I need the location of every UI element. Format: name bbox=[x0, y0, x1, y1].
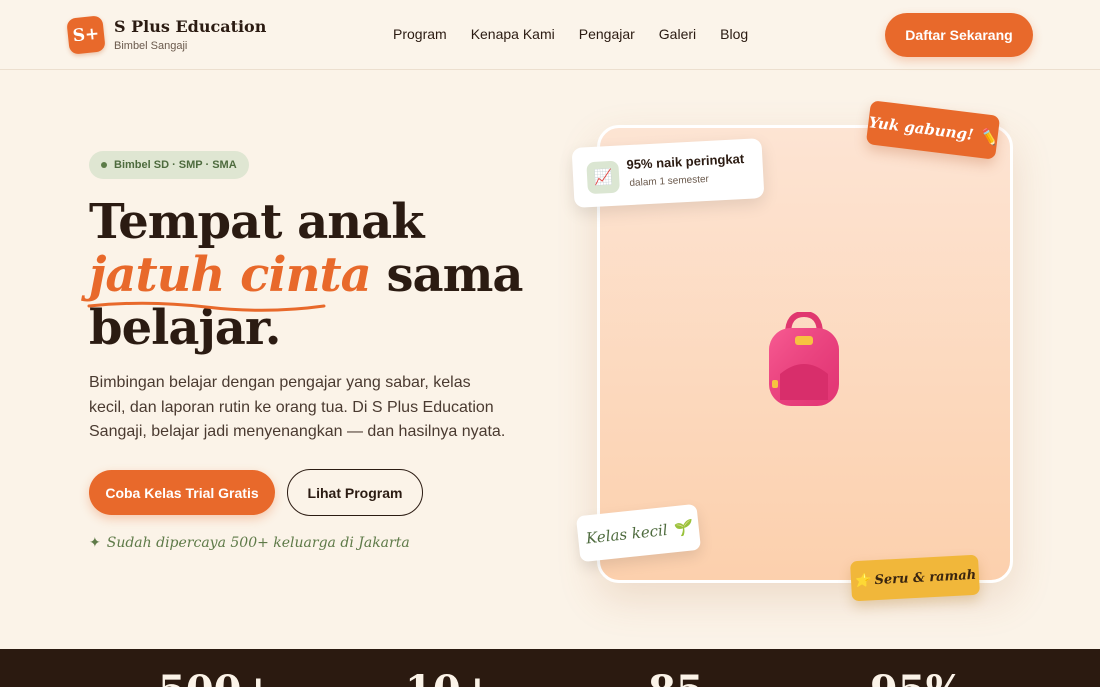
level-badge: Bimbel SD · SMP · SMA bbox=[89, 151, 249, 179]
brand-tagline: Bimbel Sangaji bbox=[114, 40, 188, 52]
badge-label: Bimbel SD · SMP · SMA bbox=[114, 159, 237, 171]
sparkle-icon: ✦ bbox=[89, 535, 101, 551]
backpack-icon bbox=[769, 312, 839, 406]
achievement-card: 📈 95% naik peringkat dalam 1 semester bbox=[571, 138, 765, 208]
headline-line-1: Tempat anak bbox=[89, 194, 424, 250]
nav-link-pengajar[interactable]: Pengajar bbox=[579, 26, 635, 42]
register-button[interactable]: Daftar Sekarang bbox=[885, 13, 1033, 57]
logo-mark[interactable]: S+ bbox=[66, 15, 106, 55]
headline-line-2-rest: sama bbox=[370, 247, 523, 303]
achievement-title: 95% naik peringkat bbox=[626, 151, 745, 173]
trust-note: ✦ Sudah dipercaya 500+ keluarga di Jakart… bbox=[89, 535, 410, 551]
chart-up-icon: 📈 bbox=[586, 160, 620, 195]
trust-text: Sudah dipercaya 500+ keluarga di Jakarta bbox=[106, 535, 410, 551]
stat-improvement: 95% bbox=[870, 671, 964, 687]
stat-families: 500+ bbox=[158, 671, 275, 687]
nav-link-galeri[interactable]: Galeri bbox=[659, 26, 696, 42]
stat-years: 10+ bbox=[405, 671, 494, 687]
free-trial-button[interactable]: Coba Kelas Trial Gratis bbox=[89, 470, 275, 515]
view-program-button[interactable]: Lihat Program bbox=[287, 469, 423, 516]
stats-band: 500+ 10+ 85 95% bbox=[0, 649, 1100, 687]
achievement-subtitle: dalam 1 semester bbox=[629, 173, 710, 190]
brand-name[interactable]: S Plus Education bbox=[114, 17, 266, 36]
nav-link-blog[interactable]: Blog bbox=[720, 26, 748, 42]
stat-teachers: 85 bbox=[648, 671, 704, 687]
accent-underline bbox=[87, 301, 326, 312]
headline-accent: jatuh cinta bbox=[89, 247, 372, 303]
badge-dot-icon bbox=[101, 162, 107, 168]
hero-headline: Tempat anak jatuh cinta sama belajar. bbox=[89, 194, 524, 355]
nav-links: Program Kenapa Kami Pengajar Galeri Blog bbox=[393, 26, 748, 42]
nav-link-program[interactable]: Program bbox=[393, 26, 447, 42]
hero-description: Bimbingan belajar dengan pengajar yang s… bbox=[89, 374, 506, 440]
top-navbar: S+ S Plus Education Bimbel Sangaji Progr… bbox=[0, 0, 1100, 70]
fun-friendly-sticker: ⭐ Seru & ramah bbox=[850, 554, 980, 602]
nav-link-kenapa-kami[interactable]: Kenapa Kami bbox=[471, 26, 555, 42]
